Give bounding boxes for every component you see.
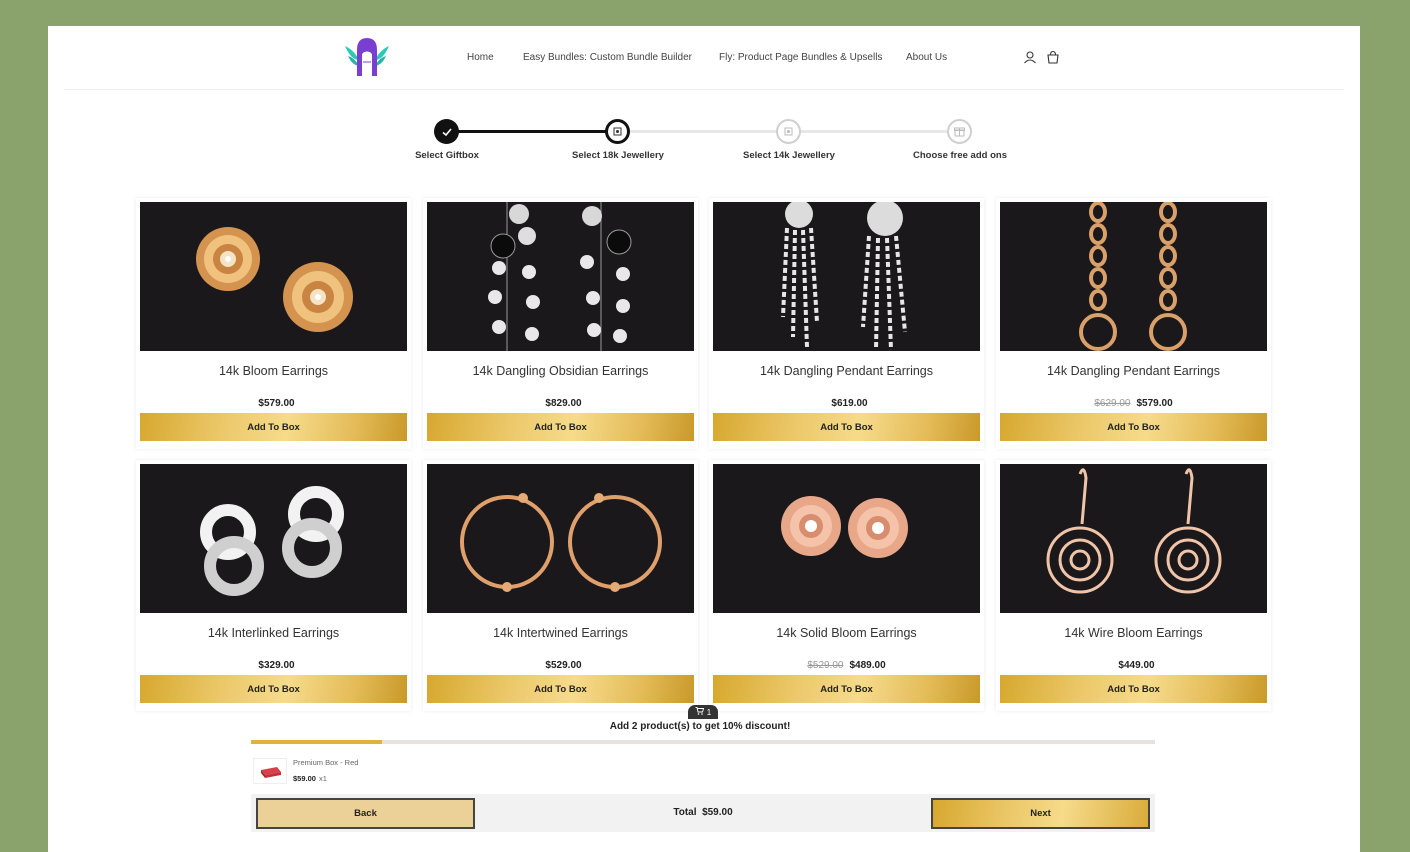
product-image-diamond-tassels[interactable] <box>713 202 980 351</box>
giftbox-price-value: $59.00 <box>293 774 316 783</box>
discount-message: Add 2 product(s) to get 10% discount! <box>609 721 791 732</box>
product-image-diamond-obsidian-drops[interactable] <box>427 202 694 351</box>
product-current-price: $829.00 <box>545 398 582 409</box>
user-icon[interactable] <box>1023 50 1037 64</box>
product-card: 14k Dangling Obsidian Earrings $829.00 A… <box>423 198 698 449</box>
product-price: $329.00 <box>136 660 411 671</box>
product-image-gold-rose-studs[interactable] <box>140 202 407 351</box>
product-card: 14k Interlinked Earrings $329.00 Add To … <box>136 460 411 711</box>
product-current-price: $489.00 <box>849 660 886 671</box>
add-to-box-button[interactable]: Add To Box <box>427 675 694 703</box>
giftbox-price: $59.00 x1 <box>293 774 327 783</box>
product-title: 14k Dangling Pendant Earrings <box>1046 364 1221 378</box>
product-card: 14k Intertwined Earrings $529.00 Add To … <box>423 460 698 711</box>
nav-link-home[interactable]: Home <box>467 52 494 63</box>
step-2-label: Select 18k Jewellery <box>572 150 664 161</box>
add-to-box-button[interactable]: Add To Box <box>1000 675 1267 703</box>
step-connector-done <box>446 130 617 133</box>
add-to-box-button[interactable]: Add To Box <box>140 413 407 441</box>
product-price: $829.00 <box>423 398 698 409</box>
product-title: 14k Intertwined Earrings <box>493 626 628 640</box>
step-4-label: Choose free add ons <box>913 150 1007 161</box>
product-title: 14k Wire Bloom Earrings <box>1064 626 1203 640</box>
add-to-box-button[interactable]: Add To Box <box>140 675 407 703</box>
cart-count: 1 <box>706 707 712 717</box>
product-title: 14k Dangling Pendant Earrings <box>759 364 934 378</box>
bundle-action-bar: Total $59.00 Back Next <box>251 794 1155 832</box>
product-price: $529.00 $489.00 <box>709 660 984 671</box>
product-card: 14k Solid Bloom Earrings $529.00 $489.00 … <box>709 460 984 711</box>
product-title: 14k Solid Bloom Earrings <box>776 626 917 640</box>
product-card: 14k Bloom Earrings $579.00 Add To Box <box>136 198 411 449</box>
step-4-gift-icon[interactable] <box>947 119 972 144</box>
product-current-price: $529.00 <box>545 660 582 671</box>
product-title: 14k Bloom Earrings <box>218 364 329 378</box>
discount-progress-fill <box>251 740 383 744</box>
bundle-builder-page: Home Easy Bundles: Custom Bundle Builder… <box>48 26 1360 852</box>
product-current-price: $579.00 <box>258 398 295 409</box>
product-title: 14k Dangling Obsidian Earrings <box>472 364 649 378</box>
product-image-rose-gold-branch-hoops[interactable] <box>427 464 694 613</box>
step-1-check-icon[interactable] <box>434 119 459 144</box>
product-price: $449.00 <box>996 660 1271 671</box>
product-current-price: $449.00 <box>1118 660 1155 671</box>
step-2-jewellery-icon[interactable] <box>605 119 630 144</box>
product-card: 14k Dangling Pendant Earrings $629.00 $57… <box>996 198 1271 449</box>
product-card: 14k Wire Bloom Earrings $449.00 Add To B… <box>996 460 1271 711</box>
nav-link-fly-bundles[interactable]: Fly: Product Page Bundles & Upsells <box>719 52 882 63</box>
step-3-label: Select 14k Jewellery <box>743 150 835 161</box>
product-old-price: $529.00 <box>807 660 844 671</box>
product-old-price: $629.00 <box>1094 398 1131 409</box>
add-to-box-button[interactable]: Add To Box <box>713 413 980 441</box>
cart-bag-icon[interactable] <box>1046 50 1060 64</box>
progress-stepper: Select Giftbox Select 18k Jewellery Sele… <box>48 116 1360 166</box>
discount-progress-bar <box>251 740 1155 744</box>
cart-drawer-toggle[interactable]: 1 <box>688 705 718 719</box>
total-value: $59.00 <box>702 807 733 818</box>
product-current-price: $579.00 <box>1136 398 1173 409</box>
product-price: $529.00 <box>423 660 698 671</box>
next-button[interactable]: Next <box>931 798 1150 829</box>
giftbox-thumbnail <box>253 758 287 784</box>
add-to-box-button[interactable]: Add To Box <box>1000 413 1267 441</box>
total-label: Total <box>673 807 697 818</box>
giftbox-quantity: x1 <box>318 774 327 783</box>
product-current-price: $329.00 <box>258 660 295 671</box>
product-card: 14k Dangling Pendant Earrings $619.00 Ad… <box>709 198 984 449</box>
step-1-label: Select Giftbox <box>415 150 479 161</box>
nav-link-about-us[interactable]: About Us <box>906 52 947 63</box>
header-divider <box>64 89 1344 90</box>
product-title: 14k Interlinked Earrings <box>207 626 340 640</box>
product-price: $629.00 $579.00 <box>996 398 1271 409</box>
product-current-price: $619.00 <box>831 398 868 409</box>
back-button[interactable]: Back <box>256 798 475 829</box>
product-image-gold-chain-drops[interactable] <box>1000 202 1267 351</box>
nav-link-easy-bundles[interactable]: Easy Bundles: Custom Bundle Builder <box>523 52 692 63</box>
product-price: $579.00 <box>136 398 411 409</box>
site-header: Home Easy Bundles: Custom Bundle Builder… <box>48 26 1360 90</box>
add-to-box-button[interactable]: Add To Box <box>713 675 980 703</box>
product-image-rose-gold-solid-studs[interactable] <box>713 464 980 613</box>
giftbox-name: Premium Box - Red <box>293 758 359 767</box>
add-to-box-button[interactable]: Add To Box <box>427 413 694 441</box>
brand-logo[interactable] <box>342 36 392 80</box>
cart-icon <box>695 707 704 717</box>
product-image-rose-gold-wire-drops[interactable] <box>1000 464 1267 613</box>
product-image-white-interlinked-hoops[interactable] <box>140 464 407 613</box>
step-3-jewellery-icon[interactable] <box>776 119 801 144</box>
product-price: $619.00 <box>709 398 984 409</box>
